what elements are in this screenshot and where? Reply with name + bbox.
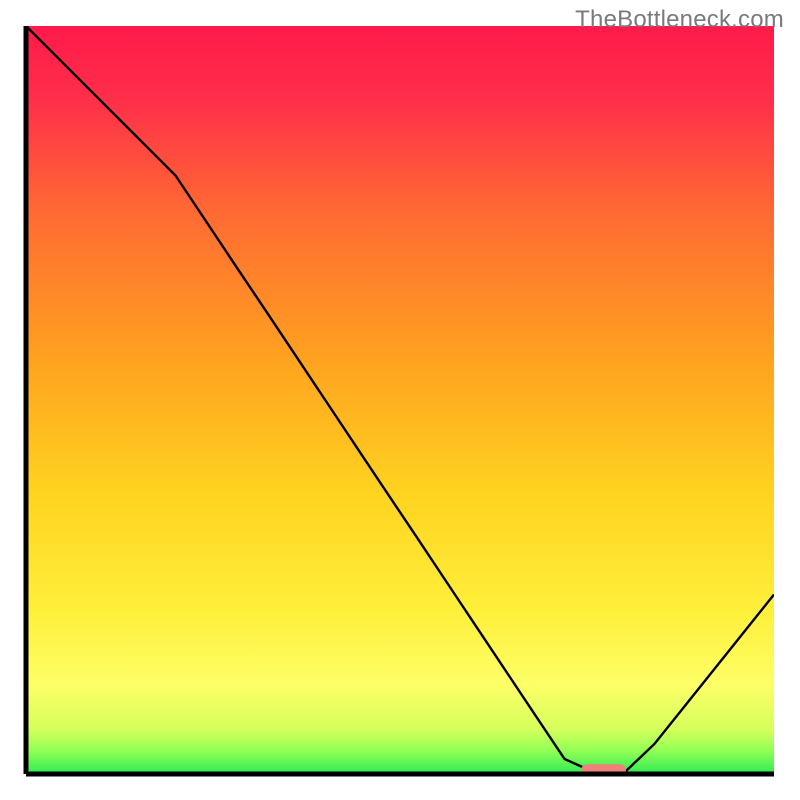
bottleneck-chart: TheBottleneck.com — [0, 0, 800, 800]
chart-svg — [0, 0, 800, 800]
watermark-label: TheBottleneck.com — [575, 6, 784, 34]
